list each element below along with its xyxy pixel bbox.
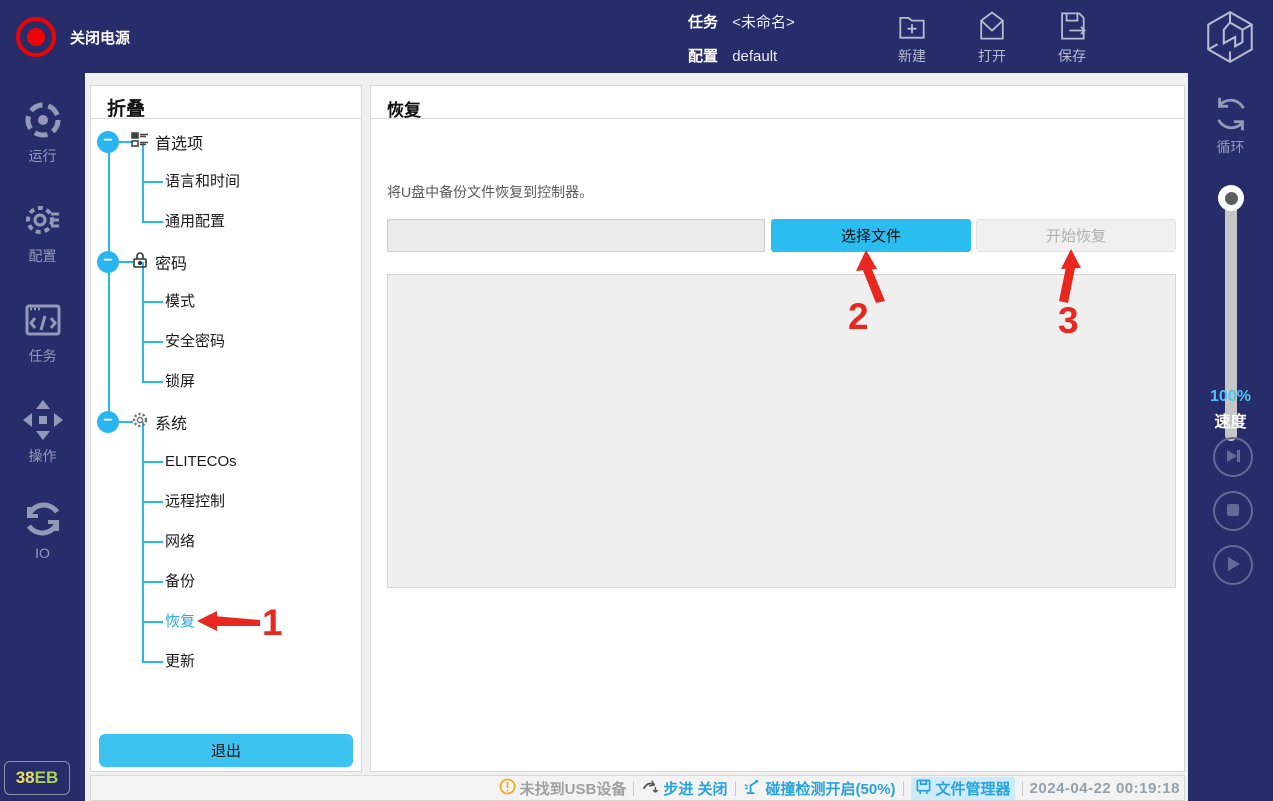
usb-status: 未找到USB设备: [499, 778, 627, 799]
save-task-button[interactable]: 保存: [1040, 8, 1104, 66]
speed-percent: 100%: [1188, 388, 1273, 406]
step-mode-icon: [641, 777, 659, 799]
sidebar-label-run: 运行: [29, 148, 57, 164]
left-sidebar: 运行 配置 任务: [0, 73, 85, 801]
exit-button[interactable]: 退出: [99, 734, 353, 767]
brand-logo-icon: [1201, 8, 1259, 66]
warning-icon: [499, 778, 516, 799]
task-row: 任务 <未命名>: [688, 11, 795, 32]
task-icon: [0, 298, 85, 342]
step-mode-status: 步进 关闭: [641, 777, 727, 799]
sidebar-label-operate: 操作: [29, 448, 57, 464]
tree-item-lock-screen[interactable]: 锁屏: [165, 372, 195, 392]
play-icon: [1215, 554, 1251, 574]
tree-item-general-config[interactable]: 通用配置: [165, 212, 225, 232]
sidebar-label-configure: 配置: [29, 248, 57, 264]
restore-file-input[interactable]: [387, 219, 765, 252]
file-manager-icon: [915, 778, 932, 799]
play-button[interactable]: [1213, 545, 1253, 585]
task-value: <未命名>: [732, 14, 795, 31]
preferences-icon: [131, 131, 149, 154]
tree-node-system[interactable]: 系统: [131, 411, 187, 433]
tree-item-restore[interactable]: 恢复: [165, 612, 195, 632]
tree-node-password[interactable]: 密码: [131, 251, 187, 273]
tree-item-safety-password[interactable]: 安全密码: [165, 332, 225, 352]
tree-label-password: 密码: [155, 250, 187, 274]
tree-item-language-time[interactable]: 语言和时间: [165, 172, 240, 192]
open-task-label: 打开: [978, 48, 1006, 64]
gear-icon: [131, 411, 149, 434]
tree-node-preferences[interactable]: 首选项: [131, 131, 203, 153]
save-icon: [1040, 8, 1104, 44]
sidebar-label-io: IO: [35, 545, 50, 561]
clock: 2024-04-22 00:19:18: [1030, 780, 1180, 797]
file-manager-button[interactable]: 文件管理器: [911, 777, 1015, 800]
collapse-toggle-system[interactable]: −: [97, 411, 119, 433]
loop-icon[interactable]: [1210, 93, 1252, 140]
tree-item-elitecos[interactable]: ELITECOs: [165, 452, 237, 472]
restore-description: 将U盘中备份文件恢复到控制器。: [387, 182, 593, 202]
config-value: default: [732, 48, 777, 65]
sidebar-item-operate[interactable]: 操作: [0, 398, 85, 466]
config-row: 配置 default: [688, 45, 777, 66]
start-restore-button: 开始恢复: [976, 219, 1176, 252]
loop-label: 循环: [1188, 137, 1273, 157]
sidebar-item-configure[interactable]: 配置: [0, 198, 85, 266]
new-file-icon: [880, 8, 944, 44]
select-file-button[interactable]: 选择文件: [771, 219, 971, 252]
save-task-label: 保存: [1058, 48, 1086, 64]
configure-icon: [0, 198, 85, 242]
tree-item-remote-control[interactable]: 远程控制: [165, 492, 225, 512]
collision-icon: [743, 777, 762, 800]
right-sidebar: 循环 100% 速度: [1188, 73, 1273, 801]
collision-detect-status: 碰撞检测开启(50%): [743, 777, 896, 800]
settings-tree-panel: 折叠 − − − 首: [90, 85, 362, 772]
run-icon: [0, 98, 85, 142]
sidebar-item-io[interactable]: IO: [0, 497, 85, 561]
restore-log-area: [387, 274, 1176, 588]
top-bar: 关闭电源 任务 <未命名> 配置 default 新建 打开: [0, 0, 1273, 73]
device-id-part2: EB: [35, 768, 59, 787]
step-forward-button[interactable]: [1213, 437, 1253, 477]
status-bar: 未找到USB设备 步进 关闭 碰撞检测开启(50%): [90, 775, 1185, 801]
power-off-label[interactable]: 关闭电源: [70, 27, 130, 48]
task-label: 任务: [688, 14, 718, 31]
tree-label-system: 系统: [155, 410, 187, 434]
tree-item-update[interactable]: 更新: [165, 652, 195, 672]
operate-icon: [0, 398, 85, 442]
stop-button[interactable]: [1213, 491, 1253, 531]
config-label: 配置: [688, 48, 718, 65]
robot-controller-app: 关闭电源 任务 <未命名> 配置 default 新建 打开: [0, 0, 1273, 801]
open-file-icon: [960, 8, 1024, 44]
device-id-badge: 38EB: [4, 761, 70, 795]
restore-panel: 恢复 将U盘中备份文件恢复到控制器。 选择文件 开始恢复: [370, 85, 1185, 772]
collapse-toggle-preferences[interactable]: −: [97, 131, 119, 153]
speed-slider-knob[interactable]: [1218, 185, 1244, 211]
tree-root-line: [108, 142, 110, 422]
io-icon: [0, 497, 85, 541]
device-id-part1: 38: [16, 768, 35, 787]
skip-next-icon: [1215, 446, 1251, 466]
stop-icon: [1215, 500, 1251, 520]
speed-label: 速度: [1188, 408, 1273, 432]
tree-item-mode[interactable]: 模式: [165, 292, 195, 312]
sidebar-item-task[interactable]: 任务: [0, 298, 85, 366]
new-task-label: 新建: [898, 48, 926, 64]
open-task-button[interactable]: 打开: [960, 8, 1024, 66]
collapse-toggle-password[interactable]: −: [97, 251, 119, 273]
sidebar-item-run[interactable]: 运行: [0, 98, 85, 166]
tree-label-preferences: 首选项: [155, 130, 203, 154]
tree-item-backup[interactable]: 备份: [165, 572, 195, 592]
tree-item-network[interactable]: 网络: [165, 532, 195, 552]
new-task-button[interactable]: 新建: [880, 8, 944, 66]
tree-panel-title[interactable]: 折叠: [107, 94, 145, 121]
power-off-icon[interactable]: [16, 17, 56, 57]
lock-icon: [131, 251, 149, 274]
sidebar-label-task: 任务: [29, 348, 57, 364]
